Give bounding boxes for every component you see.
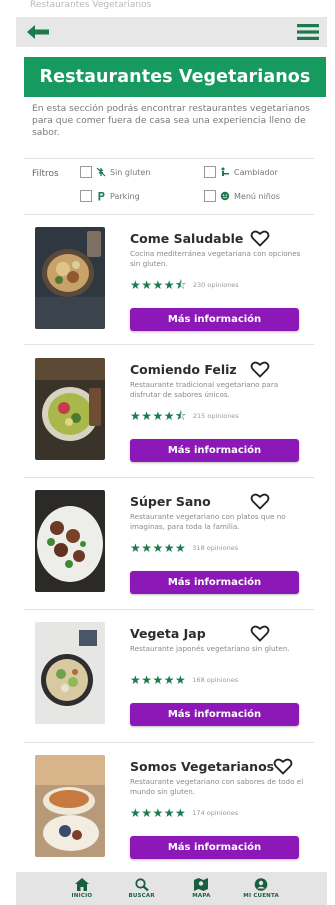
nav-label: MI CUENTA — [243, 893, 279, 899]
nav-item-mapa[interactable]: MAPA — [179, 878, 223, 899]
divider — [24, 158, 314, 159]
reviews-count[interactable]: 174 opiniones — [192, 809, 238, 817]
restaurant-name[interactable]: Comiendo Feliz — [130, 362, 237, 377]
heart-icon[interactable] — [250, 623, 270, 643]
baby-changing-icon — [221, 167, 229, 176]
divider — [24, 742, 314, 743]
restaurant-name[interactable]: Vegeta Jap — [130, 626, 206, 641]
nav-label: INICIO — [71, 893, 93, 899]
no-gluten-icon — [96, 167, 106, 177]
filter-label: Menú niños — [234, 191, 280, 201]
search-icon — [135, 878, 149, 891]
kids-menu-icon — [220, 191, 230, 201]
restaurant-photo — [35, 490, 105, 592]
checkbox[interactable] — [80, 166, 92, 178]
checkbox[interactable] — [80, 190, 92, 202]
divider — [24, 214, 314, 215]
filters-panel: Filtros Sin gluten Cambiador Parking Men… — [32, 163, 312, 213]
heart-icon[interactable] — [250, 359, 270, 379]
map-icon — [194, 878, 209, 891]
filter-label: Sin gluten — [110, 167, 151, 177]
rating: ★★★★★ 168 opiniones — [130, 674, 238, 686]
restaurant-card: Comiendo Feliz Restaurante tradicional v… — [32, 355, 314, 467]
window-caption: Restaurantes Vegetarianos — [30, 0, 152, 10]
rating: ★★★★★ 318 opiniones — [130, 542, 238, 554]
filters-label: Filtros — [32, 169, 59, 179]
divider — [24, 477, 314, 478]
restaurant-card: Somos Vegetarianos Restaurante vegetaria… — [32, 752, 314, 864]
divider — [24, 609, 314, 610]
restaurant-photo — [35, 755, 105, 857]
rating: ★★★★★ 174 opiniones — [130, 807, 238, 819]
filter-label: Cambiador — [234, 167, 278, 177]
reviews-count[interactable]: 318 opiniones — [192, 544, 238, 552]
bottom-navigation: INICIO BUSCAR MAPA MI CUENTA — [16, 872, 327, 905]
top-app-bar — [16, 17, 327, 47]
heart-icon[interactable] — [273, 756, 293, 776]
nav-item-buscar[interactable]: BUSCAR — [120, 878, 164, 899]
rating-stars: ★★★★⯪ — [130, 409, 187, 423]
back-button[interactable] — [26, 21, 50, 43]
nav-label: MAPA — [192, 893, 211, 899]
checkbox[interactable] — [204, 190, 216, 202]
rating: ★★★★⯪ 215 opiniones — [130, 410, 239, 422]
intro-text: En esta sección podrás encontrar restaur… — [32, 103, 310, 138]
heart-icon[interactable] — [250, 491, 270, 511]
hamburger-menu-icon — [297, 24, 319, 40]
account-icon — [254, 878, 268, 891]
filter-parking[interactable]: Parking — [80, 190, 140, 202]
filter-cambiador[interactable]: Cambiador — [204, 166, 278, 178]
more-info-button[interactable]: Más información — [130, 703, 299, 726]
rating-stars: ★★★★★ — [130, 541, 187, 555]
parking-icon — [98, 192, 105, 201]
restaurant-name[interactable]: Somos Vegetarianos — [130, 759, 274, 774]
restaurant-description: Cocina mediterránea vegetariana con opci… — [130, 249, 301, 268]
nav-item-inicio[interactable]: INICIO — [60, 878, 104, 899]
nav-label: BUSCAR — [128, 893, 155, 899]
divider — [24, 344, 314, 345]
reviews-count[interactable]: 168 opiniones — [192, 676, 238, 684]
rating-stars: ★★★★★ — [130, 673, 187, 687]
restaurant-description: Restaurante vegetariano con platos que n… — [130, 512, 286, 531]
heart-icon[interactable] — [250, 228, 270, 248]
restaurant-description: Restaurante japonés vegetariano sin glut… — [130, 644, 290, 653]
restaurant-card: Come Saludable Cocina mediterránea veget… — [32, 224, 314, 336]
restaurant-name[interactable]: Súper Sano — [130, 494, 211, 509]
filter-menu-ninos[interactable]: Menú niños — [204, 190, 280, 202]
restaurant-card: Súper Sano Restaurante vegetariano con p… — [32, 487, 314, 599]
rating-stars: ★★★★⯪ — [130, 278, 187, 292]
more-info-button[interactable]: Más información — [130, 439, 299, 462]
reviews-count[interactable]: 230 opiniones — [193, 281, 239, 289]
arrow-left-icon — [27, 25, 49, 39]
restaurant-card: Vegeta Jap Restaurante japonés vegetaria… — [32, 619, 314, 731]
restaurant-name[interactable]: Come Saludable — [130, 231, 243, 246]
restaurant-description: Restaurante vegetariano con sabores de t… — [130, 777, 304, 796]
restaurant-photo — [35, 227, 105, 329]
filter-label: Parking — [110, 191, 140, 201]
home-icon — [74, 878, 89, 891]
filter-sin-gluten[interactable]: Sin gluten — [80, 166, 150, 178]
more-info-button[interactable]: Más información — [130, 836, 299, 859]
page-title: Restaurantes Vegetarianos — [39, 67, 311, 87]
restaurant-photo — [35, 622, 105, 724]
restaurant-description: Restaurante tradicional vegetariano para… — [130, 380, 279, 399]
menu-button[interactable] — [295, 21, 321, 43]
checkbox[interactable] — [204, 166, 216, 178]
more-info-button[interactable]: Más información — [130, 571, 299, 594]
page-title-banner: Restaurantes Vegetarianos — [24, 57, 326, 97]
more-info-button[interactable]: Más información — [130, 308, 299, 331]
rating-stars: ★★★★★ — [130, 806, 187, 820]
rating: ★★★★⯪ 230 opiniones — [130, 279, 239, 291]
reviews-count[interactable]: 215 opiniones — [193, 412, 239, 420]
nav-item-mi-cuenta[interactable]: MI CUENTA — [239, 878, 283, 899]
restaurant-photo — [35, 358, 105, 460]
